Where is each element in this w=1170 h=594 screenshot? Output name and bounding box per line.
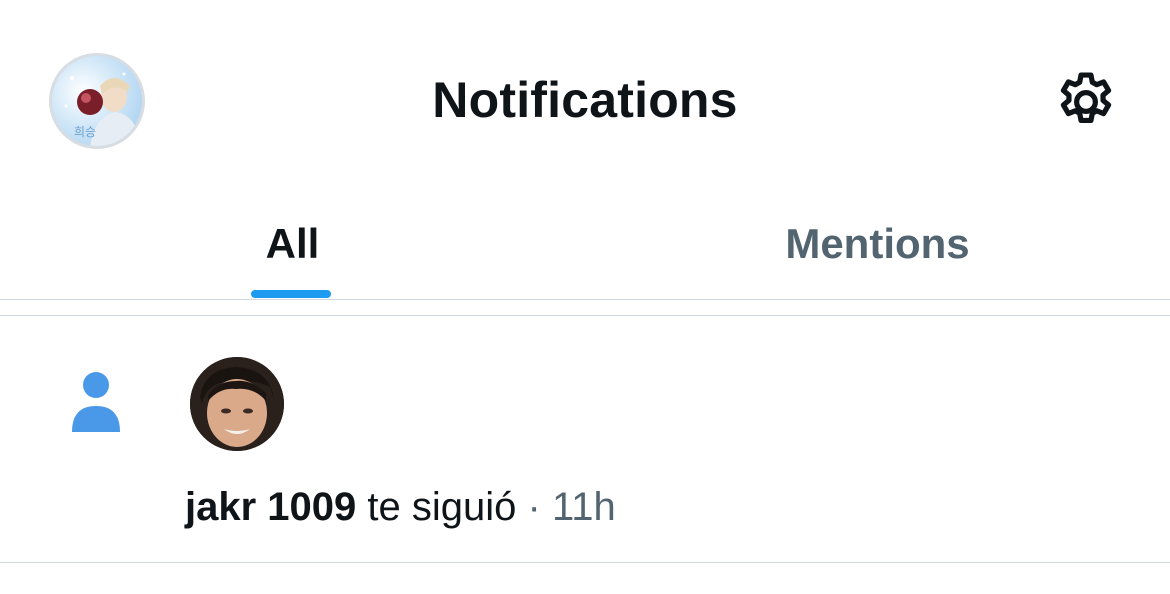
person-icon bbox=[72, 372, 120, 432]
tab-all-label: All bbox=[265, 220, 320, 267]
notification-action: te siguió bbox=[367, 485, 517, 529]
tab-mentions[interactable]: Mentions bbox=[585, 190, 1170, 298]
tab-mentions-label: Mentions bbox=[785, 220, 970, 267]
settings-button[interactable] bbox=[1050, 66, 1122, 138]
page-title: Notifications bbox=[432, 72, 738, 128]
follower-avatar[interactable] bbox=[190, 357, 284, 451]
list-bottom-divider bbox=[0, 562, 1170, 563]
gear-icon bbox=[1060, 72, 1112, 124]
follower-photo bbox=[190, 357, 284, 451]
notification-separator: · bbox=[527, 485, 541, 529]
tabs-divider bbox=[0, 299, 1170, 300]
tab-bar: All Mentions bbox=[0, 190, 1170, 300]
notification-time: 11h bbox=[551, 485, 616, 529]
notification-text: jakr 1009 te siguió · 11h bbox=[185, 482, 616, 532]
notification-username[interactable]: jakr 1009 bbox=[185, 485, 356, 529]
header: 희승 Notifications bbox=[0, 0, 1170, 190]
tab-all[interactable]: All bbox=[0, 190, 585, 298]
active-tab-indicator bbox=[251, 290, 331, 298]
